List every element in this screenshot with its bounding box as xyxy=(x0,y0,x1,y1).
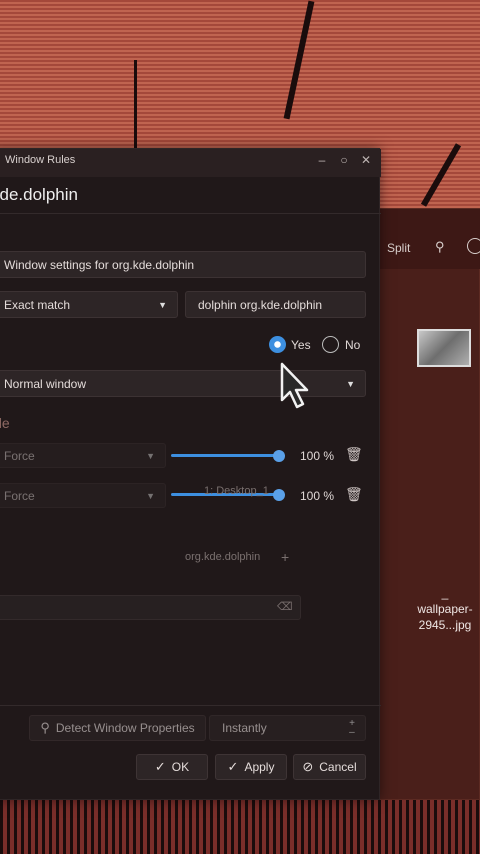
match-type-select[interactable]: Exact match ▼ xyxy=(0,291,178,318)
wallpaper-stalk xyxy=(420,143,462,207)
window-type-select[interactable]: Normal window ▼ xyxy=(0,370,366,397)
detect-delay: Instantly xyxy=(222,721,267,735)
rule1-slider-handle[interactable] xyxy=(273,450,285,462)
chevron-down-icon: ▼ xyxy=(146,450,155,461)
cancel-button[interactable]: ⊘ Cancel xyxy=(293,754,366,780)
cancel-icon: ⊘ xyxy=(302,759,314,774)
rule2-policy: Force xyxy=(4,488,35,503)
titlebar[interactable]: Window Rules – ○ ✕ xyxy=(0,149,381,177)
window-rules-dialog: Window Rules – ○ ✕ kde.dolphin Window se… xyxy=(0,148,381,800)
no-radio[interactable] xyxy=(322,336,339,353)
yes-label: Yes xyxy=(291,338,311,352)
chevron-down-icon: ▼ xyxy=(346,378,355,389)
detect-delay-spinbox[interactable]: Instantly + – xyxy=(209,715,366,741)
more-icon[interactable] xyxy=(467,238,480,254)
detect-window-properties-button[interactable]: ⚲ Detect Window Properties xyxy=(29,715,206,741)
dolphin-toolbar xyxy=(373,209,480,269)
file-name[interactable]: _ wallpaper-2945...jpg xyxy=(413,585,477,633)
rule1-slider[interactable] xyxy=(171,454,281,457)
match-type-value: Exact match xyxy=(4,297,71,312)
match-value: dolphin org.kde.dolphin xyxy=(198,297,323,312)
chevron-down-icon: ▼ xyxy=(146,490,155,501)
maximize-icon[interactable]: ○ xyxy=(335,153,353,167)
spin-icon[interactable]: + – xyxy=(349,719,355,738)
ghost-search-field xyxy=(0,595,301,620)
ok-label: OK xyxy=(171,760,190,774)
clear-icon: ⌫ xyxy=(277,601,293,613)
file-name-text: wallpaper-2945...jpg xyxy=(417,602,473,632)
delete-icon[interactable]: 🗑 xyxy=(345,446,363,463)
divider xyxy=(0,705,381,706)
description-field[interactable]: Window settings for org.kde.dolphin xyxy=(0,251,366,278)
split-button[interactable]: Split xyxy=(387,241,410,255)
ok-button[interactable]: ✓ OK xyxy=(136,754,208,780)
rule1-policy: Force xyxy=(4,448,35,463)
search-icon[interactable]: ⚲ xyxy=(435,239,445,255)
rule1-policy-select[interactable]: Force ▼ xyxy=(0,443,166,468)
match-value-field[interactable]: dolphin org.kde.dolphin xyxy=(185,291,366,318)
close-icon[interactable]: ✕ xyxy=(357,153,375,167)
description-value: Window settings for org.kde.dolphin xyxy=(4,257,195,272)
search-icon: ⚲ xyxy=(40,720,50,735)
check-icon: ✓ xyxy=(154,759,166,774)
dialog-title: Window Rules xyxy=(5,154,76,166)
file-thumbnail[interactable] xyxy=(417,329,471,367)
rule2-value: 100 % xyxy=(300,489,335,503)
detect-label: Detect Window Properties xyxy=(55,721,195,735)
dolphin-window[interactable]: Split ⚲ _ wallpaper-2945...jpg xyxy=(372,208,480,800)
delete-icon[interactable]: 🗑 xyxy=(345,486,363,503)
apply-label: Apply xyxy=(244,760,275,774)
divider xyxy=(0,213,381,214)
ghost-desktop-option: 1: Desktop_1 xyxy=(204,485,269,497)
mouse-cursor-icon xyxy=(280,362,309,409)
add-icon: + xyxy=(281,549,290,565)
wallpaper-stalk xyxy=(283,0,315,120)
section-label: ule xyxy=(0,415,10,431)
cancel-label: Cancel xyxy=(319,760,357,774)
wallpaper-grass xyxy=(0,800,480,854)
page-title: kde.dolphin xyxy=(0,185,78,204)
window-type-value: Normal window xyxy=(4,376,87,391)
yes-radio[interactable] xyxy=(269,336,286,353)
file-name-prefix: _ xyxy=(441,586,449,600)
apply-button[interactable]: ✓ Apply xyxy=(215,754,287,780)
rule2-policy-select[interactable]: Force ▼ xyxy=(0,483,166,508)
rule1-value: 100 % xyxy=(300,449,335,463)
no-label: No xyxy=(345,338,361,352)
check-icon: ✓ xyxy=(227,759,239,774)
chevron-down-icon: ▼ xyxy=(158,299,167,310)
rule2-slider-handle[interactable] xyxy=(273,489,285,501)
wallpaper-stalk xyxy=(134,60,137,150)
minimize-icon[interactable]: – xyxy=(313,153,331,167)
ghost-class-option: org.kde.dolphin xyxy=(185,551,261,563)
